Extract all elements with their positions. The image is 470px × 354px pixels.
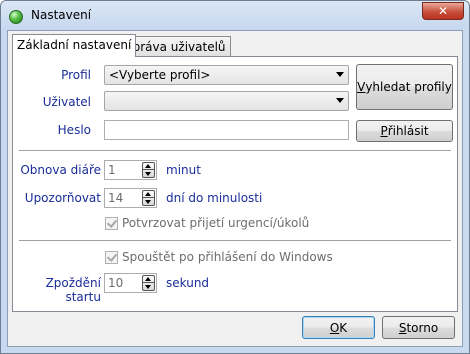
stepper-down-icon[interactable] [145,285,151,289]
stepper-divider [143,197,154,198]
stepper-divider [143,169,154,170]
profile-select[interactable]: <Vyberte profil> [104,65,349,85]
tab-basic-settings[interactable]: Základní nastavení [12,34,137,57]
login-button[interactable]: Přihlásit [356,120,453,142]
find-profiles-label: yhledat profily [365,80,452,94]
ok-mnemonic: O [329,320,340,335]
close-icon: ✕ [437,4,449,18]
stepper-buttons[interactable] [142,190,155,206]
user-label: Uživatel [42,95,91,109]
ok-label: K [339,320,348,335]
remind-value: 14 [108,191,124,205]
chevron-down-icon [336,72,344,77]
tab-user-management[interactable]: Správa uživatelů [120,36,231,56]
remind-stepper[interactable]: 14 [104,188,157,208]
cancel-label: torno [406,320,439,335]
find-profiles-mnemonic: V [357,80,366,94]
startup-delay-value: 10 [108,276,124,290]
startup-delay-unit: sekund [166,276,210,290]
diary-refresh-value: 1 [108,163,116,177]
stepper-buttons[interactable] [142,162,155,178]
diary-refresh-label: Obnova diáře [20,163,101,177]
cancel-button[interactable]: Storno [382,316,455,339]
dialog-client-area: Základní nastavení Správa uživatelů Prof… [7,30,463,347]
run-at-startup-checkbox[interactable]: Spouštět po přihlášení do Windows [105,250,333,264]
remind-label: Upozorňovat [24,191,101,205]
stepper-buttons[interactable] [142,275,155,291]
cancel-mnemonic: S [398,320,407,335]
title-bar[interactable]: Nastavení ✕ [1,1,469,31]
password-label: Heslo [57,123,91,137]
stepper-up-icon[interactable] [145,164,151,168]
remind-unit: dní do minulosti [166,191,263,205]
checkbox-check-icon[interactable] [105,250,118,264]
run-at-startup-label: Spouštět po přihlášení do Windows [122,250,333,264]
app-icon [9,10,23,24]
diary-refresh-stepper[interactable]: 1 [104,160,157,180]
find-profiles-button[interactable]: Vyhledat profily [356,64,453,110]
startup-delay-label: Zpoždění startu [45,276,101,304]
close-button[interactable]: ✕ [422,2,464,20]
separator [19,240,451,242]
startup-delay-stepper[interactable]: 10 [104,273,157,293]
profile-label: Profil [61,68,91,82]
settings-window: Nastavení ✕ Základní nastavení Správa už… [0,0,470,354]
password-field[interactable] [104,120,349,140]
profile-select-value: <Vyberte profil> [109,68,211,82]
stepper-up-icon[interactable] [145,192,151,196]
chevron-down-icon [336,98,344,103]
stepper-up-icon[interactable] [145,277,151,281]
checkbox-check-icon[interactable] [105,216,118,230]
confirm-urgencies-checkbox[interactable]: Potvrzovat přijetí urgencí/úkolů [105,216,309,230]
login-label: řihlásit [387,124,429,138]
stepper-down-icon[interactable] [145,200,151,204]
confirm-urgencies-label: Potvrzovat přijetí urgencí/úkolů [122,216,310,230]
stepper-divider [143,282,154,283]
stepper-down-icon[interactable] [145,172,151,176]
user-select[interactable] [104,91,349,111]
diary-refresh-unit: minut [166,163,201,177]
separator [19,150,451,152]
login-mnemonic: P [380,124,388,138]
window-title: Nastavení [31,8,92,22]
ok-button[interactable]: OK [302,316,375,339]
basic-settings-panel: Profil <Vyberte profil> Uživatel Heslo V… [12,56,458,312]
